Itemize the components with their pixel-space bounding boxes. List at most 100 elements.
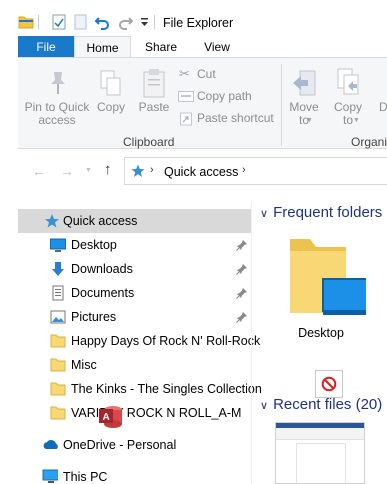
desktop-icon (50, 238, 66, 252)
access-app-icon: A (99, 406, 122, 428)
tab-file[interactable]: File (18, 36, 74, 58)
frequent-folders-header[interactable]: ∨ Frequent folders (260, 204, 382, 221)
nav-item-documents[interactable]: Documents (18, 281, 251, 305)
documents-icon (52, 285, 64, 301)
organize-group-label: Organi (351, 135, 387, 149)
nav-item-label: This PC (63, 470, 108, 484)
nav-item-label: VARIETY ROCK N ROLL_A-M (71, 406, 242, 420)
copy-to-label: Copy to (333, 100, 362, 127)
recent-file-thumbnail[interactable] (275, 422, 365, 484)
undo-icon[interactable] (94, 14, 110, 30)
folder-icon (50, 334, 66, 348)
thumbnail-page (296, 443, 346, 483)
qat-divider (38, 15, 39, 29)
breadcrumb-chevron-icon[interactable]: › (242, 164, 246, 176)
redo-icon[interactable] (118, 14, 134, 30)
paste-shortcut-label: Paste shortcut (197, 111, 274, 125)
drag-forbidden-cursor (315, 370, 343, 398)
folder-icon (50, 358, 66, 372)
content-pane: ∨ Frequent folders Desktop ∨ Recent files … (252, 187, 387, 484)
nav-item-label: Quick access (63, 214, 138, 228)
copy-icon (100, 70, 121, 96)
onedrive-icon (43, 439, 58, 449)
copy-to-button[interactable]: Copy to ▼ (330, 62, 366, 132)
move-to-button[interactable]: Move to ▼ (286, 62, 322, 132)
nav-item-label: Misc (71, 358, 97, 372)
tab-view[interactable]: View (191, 36, 243, 58)
scissors-icon: ✂ (179, 66, 190, 81)
folder-icon (50, 406, 66, 420)
delete-label[interactable]: D (379, 101, 387, 114)
clipboard-icon (143, 69, 165, 98)
pin-to-quick-access-button[interactable]: Pin to Quick access (22, 62, 92, 132)
up-arrow-icon[interactable]: ↑ (104, 161, 112, 178)
svg-text:A: A (103, 412, 110, 423)
copy-path-button[interactable]: Copy path (177, 88, 277, 106)
nav-item-desktop[interactable]: Desktop (18, 233, 251, 257)
download-icon (52, 262, 64, 276)
cut-label: Cut (197, 67, 216, 81)
customize-toolbar-icon[interactable] (140, 18, 149, 27)
copy-path-label: Copy path (197, 89, 252, 103)
nav-item-variety-rock[interactable]: VARIETY ROCK N ROLL_A-M A (18, 401, 251, 428)
quick-access-star-icon (131, 164, 145, 177)
nav-item-label: OneDrive - Personal (63, 438, 177, 452)
paste-label: Paste (138, 100, 170, 114)
address-bar[interactable]: › Quick access › (124, 157, 387, 185)
nav-item-label: Pictures (71, 310, 117, 324)
desktop-folder-icon (290, 239, 366, 315)
breadcrumb-chevron-icon[interactable]: › (150, 164, 154, 176)
nav-item-onedrive[interactable]: OneDrive - Personal (18, 433, 251, 457)
folder-label: Desktop (298, 326, 344, 340)
nav-item-quick-access[interactable]: Quick access (18, 209, 251, 233)
title-divider (154, 15, 155, 29)
chevron-down-icon: ∨ (260, 208, 269, 220)
nav-item-label: The Kinks - The Singles Collection (71, 382, 262, 396)
frequent-folders-title: Frequent folders (273, 204, 383, 221)
back-arrow-icon[interactable]: ← (32, 163, 46, 179)
pin-label: Pin to Quick access (24, 100, 90, 127)
tab-home[interactable]: Home (74, 36, 131, 58)
properties-icon[interactable] (52, 14, 66, 30)
no-entry-icon (321, 376, 337, 392)
copy-to-icon (337, 68, 359, 95)
pin-icon[interactable] (236, 263, 248, 275)
nav-item-downloads[interactable]: Downloads (18, 257, 251, 281)
paste-button[interactable]: Paste (134, 62, 174, 132)
nav-item-this-pc[interactable]: This PC (18, 465, 251, 484)
new-folder-icon[interactable] (74, 14, 87, 30)
pin-icon[interactable] (236, 239, 248, 251)
forward-arrow-icon[interactable]: → (60, 163, 74, 179)
navigation-bar: ← → ▼ ↑ › Quick access › (18, 155, 387, 187)
copy-button[interactable]: Copy (94, 62, 128, 132)
chevron-down-icon: ∨ (260, 400, 269, 412)
nav-item-label: Downloads (71, 262, 133, 276)
navigation-pane: Quick access Desktop Downloads Documents (18, 203, 262, 484)
nav-item-the-kinks[interactable]: The Kinks - The Singles Collection (18, 377, 262, 401)
folder-icon[interactable] (18, 14, 34, 30)
nav-item-pictures[interactable]: Pictures (18, 305, 251, 329)
cut-button[interactable]: ✂ Cut (177, 66, 277, 84)
ribbon-separator (281, 64, 282, 146)
recent-locations-chevron-icon[interactable]: ▼ (85, 167, 92, 174)
clipboard-group-label: Clipboard (123, 135, 175, 149)
nav-item-misc[interactable]: Misc (18, 353, 251, 377)
copy-path-icon (178, 91, 194, 102)
recent-files-header[interactable]: ∨ Recent files (20) (260, 396, 382, 413)
title-bar: File Explorer (0, 0, 387, 36)
recent-files-title: Recent files (20) (273, 396, 383, 413)
frequent-folder-desktop[interactable]: Desktop (276, 233, 366, 345)
star-icon (45, 214, 59, 228)
copy-label: Copy (96, 100, 125, 114)
ribbon: Pin to Quick access Copy Paste ✂ Cut Cop… (18, 57, 387, 149)
nav-item-happy-days[interactable]: Happy Days Of Rock N' Roll-Rock (18, 329, 260, 353)
pin-icon[interactable] (236, 311, 248, 323)
breadcrumb-quick-access[interactable]: Quick access (164, 165, 238, 179)
tab-share[interactable]: Share (131, 36, 191, 58)
thumbnail-ribbon (276, 428, 364, 440)
computer-icon (42, 469, 58, 483)
pin-icon[interactable] (236, 287, 248, 299)
folder-icon (50, 382, 66, 396)
paste-shortcut-button[interactable]: Paste shortcut (177, 110, 287, 128)
move-to-chevron-icon: ▼ (306, 117, 313, 124)
